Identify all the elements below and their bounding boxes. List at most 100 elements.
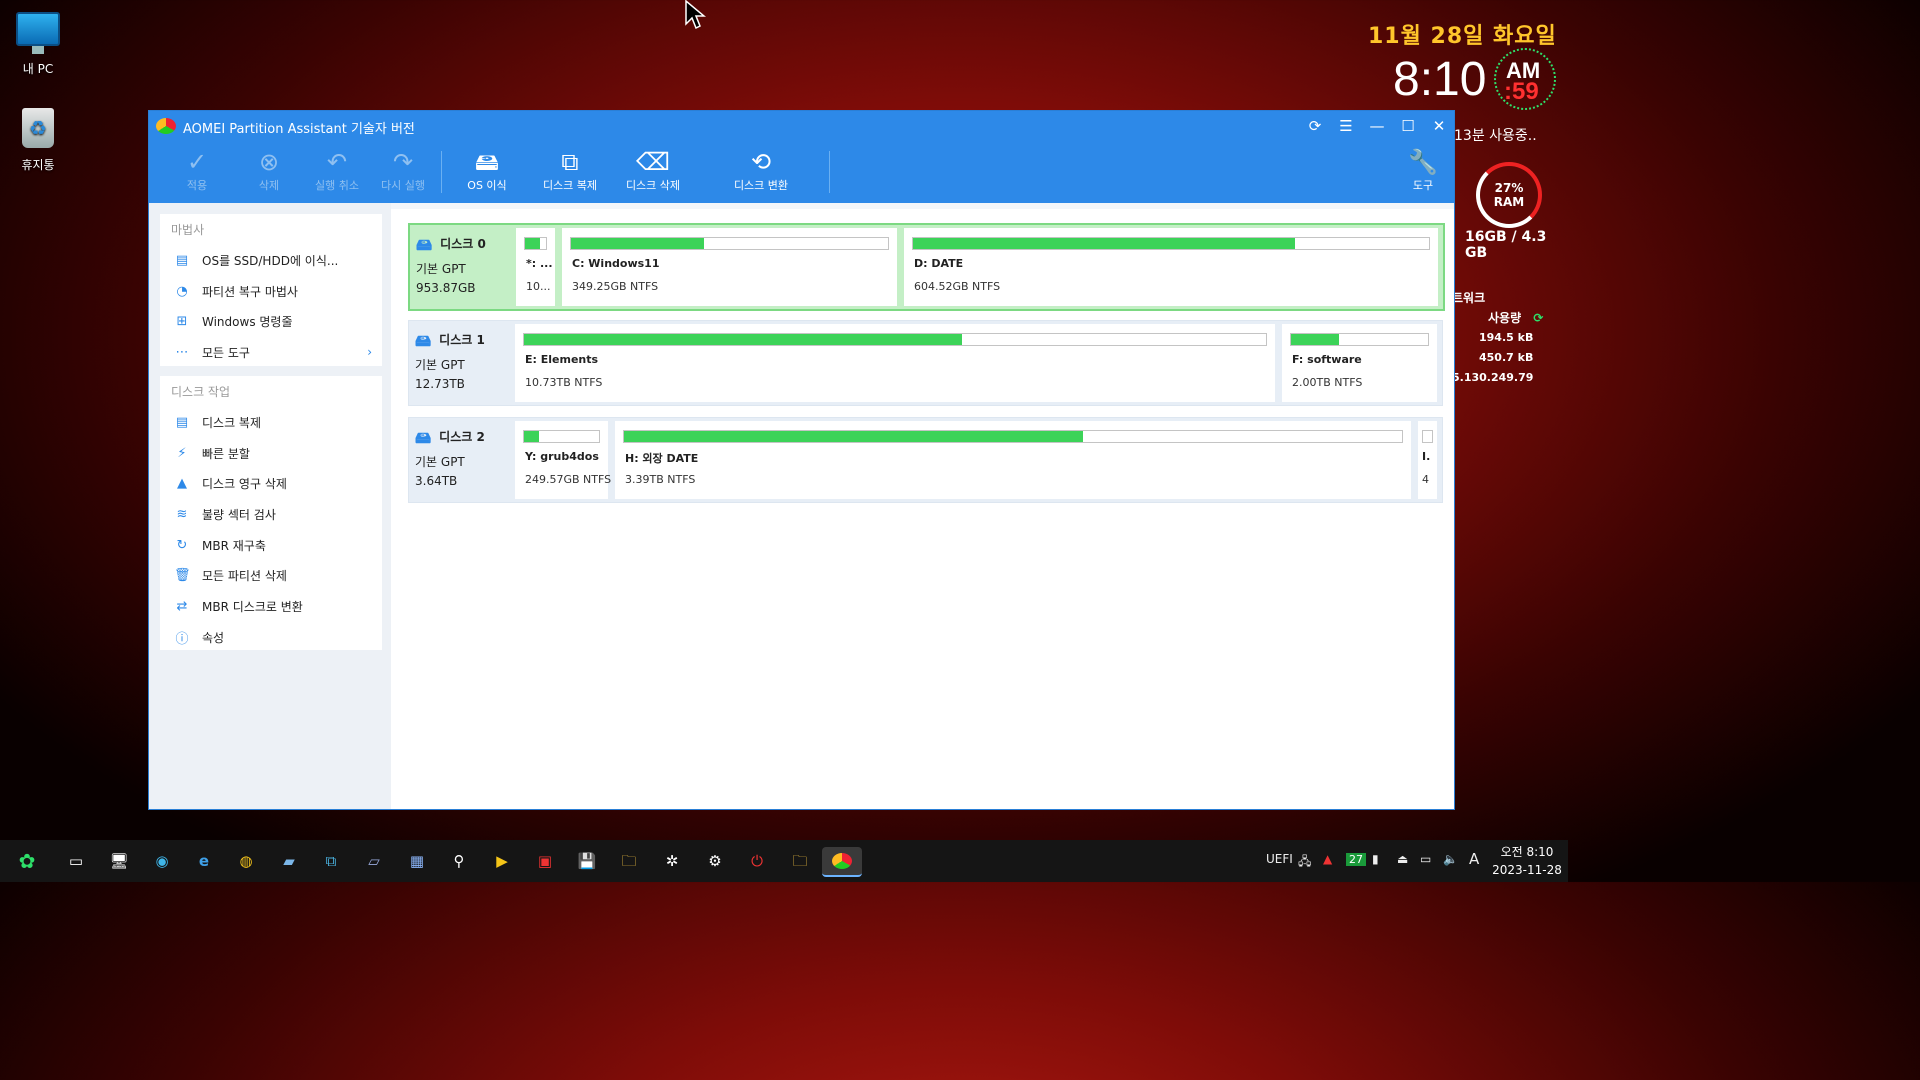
tools-label: 도구 [1412,179,1434,192]
partition-info: 604.52GB NTFS [914,280,1001,293]
power-tray-icon[interactable]: ▭ [1420,852,1431,866]
convert-icon: ⇄ [176,598,188,614]
discard-button[interactable]: ⊗ 삭제 [249,147,289,193]
partition-2-0[interactable]: Y: grub4dos 249.57GB NTFS [515,421,611,499]
app-logo-icon [156,118,176,134]
file-explorer-icon[interactable]: 🗀 [614,847,644,875]
sidebar-item-disk-clone[interactable]: ▤ 디스크 복제 [160,407,382,438]
ime-indicator[interactable]: A [1469,850,1479,868]
media-player-icon[interactable]: ▶ [487,847,517,875]
desktop-icon-label: 내 PC [22,62,54,76]
taskbar-clock[interactable]: 오전 8:10 2023-11-28 [1490,843,1564,879]
desktop-icon-my-pc[interactable]: 내 PC [3,8,73,77]
chevron-right-icon: › [367,345,372,360]
computer-manage-icon[interactable]: 🖥 [104,847,134,875]
menu-button[interactable]: ☰ [1332,115,1360,137]
disk-clone-button[interactable]: ⧉ 디스크 복제 [535,147,605,193]
disk-row-0[interactable]: 🖴 디스크 0 기본 GPT 953.87GB *: ... 10... C: W… [408,223,1445,311]
windows-icon: ⊞ [176,314,188,330]
network-folder-icon[interactable]: ▰ [274,847,304,875]
disk-wipe-label: 디스크 삭제 [625,179,681,192]
task-tool-icon[interactable]: ✲ [657,847,687,875]
registry-tool-icon[interactable]: ▣ [530,847,560,875]
qr-tool-icon[interactable]: ▦ [402,847,432,875]
sidebar-item-delete-all[interactable]: 🗑 모든 파티션 삭제 [160,560,382,591]
sidebar-item-rebuild-mbr[interactable]: ↻ MBR 재구축 [160,530,382,561]
disk-type: 기본 GPT [415,455,465,469]
aomei-taskbar-icon[interactable] [822,847,862,877]
partition-2-1[interactable]: H: 외장 DATE 3.39TB NTFS [615,421,1411,499]
wizard-panel: 마법사 ▤ OS를 SSD/HDD에 이식... ◔ 파티션 복구 마법사 ⊞ Win… [160,214,382,366]
tools-button[interactable]: 🔧 도구 [1405,147,1441,193]
partition-0-2[interactable]: D: DATE 604.52GB NTFS [904,228,1438,306]
disk-row-1[interactable]: 🖴 디스크 1 기본 GPT 12.73TB E: Elements 10.73T… [408,320,1443,406]
refresh-icon: ⟳ [1533,311,1544,325]
partition-2-2[interactable]: I. 4 [1418,421,1437,499]
network-connections-icon[interactable]: ⧉ [316,847,346,875]
close-button[interactable]: ✕ [1425,115,1453,137]
widget-ram-percent: 27% [1494,181,1524,195]
check-icon: ✓ [186,148,208,176]
sidebar-item-label: 빠른 분할 [202,446,250,461]
os-migrate-button[interactable]: 🖴 OS 이식 [457,147,517,193]
tray-badge[interactable]: 27 [1346,853,1366,866]
app-logo-icon [832,853,852,869]
chevron-up-icon[interactable]: ▲ [1323,852,1332,866]
settings-icon[interactable]: ⚙ [700,847,730,875]
usage-bar [912,237,1430,250]
sidebar-item-label: 파티션 복구 마법사 [202,284,298,299]
partition-1-0[interactable]: E: Elements 10.73TB NTFS [515,324,1275,402]
disk-row-2[interactable]: 🖴 디스크 2 기본 GPT 3.64TB Y: grub4dos 249.57G… [408,417,1443,503]
sidebar-item-label: Windows 명령줄 [202,315,293,330]
chrome-icon[interactable]: ◍ [231,847,261,875]
sidebar-item-partition-recovery[interactable]: ◔ 파티션 복구 마법사 [160,276,382,307]
undo-button[interactable]: ↶ 실행 취소 [307,147,367,193]
partition-0-0[interactable]: *: ... 10... [516,228,555,306]
terminal-icon[interactable]: ▭ [61,847,91,875]
minimize-button[interactable]: — [1363,115,1391,137]
sidebar-item-disk-wipe[interactable]: ▲ 디스크 영구 삭제 [160,468,382,499]
start-button[interactable]: ✿ [10,847,44,875]
sidebar-item-label: MBR 재구축 [202,538,266,553]
apply-button[interactable]: ✓ 적용 [177,147,217,193]
sidebar-item-properties[interactable]: ⓘ 속성 [160,622,382,653]
usb-icon[interactable]: ⏏ [1397,852,1408,866]
battery-meter-icon[interactable]: ▮ [1372,852,1379,866]
ie-icon[interactable]: e [189,847,219,875]
power-icon[interactable]: ⏻ [742,847,772,875]
sidebar-item-bad-sector[interactable]: ≋ 불량 섹터 검사 [160,499,382,530]
desktop-icon-recycle-bin[interactable]: 휴지통 [3,108,73,173]
sidebar-item-os-migrate[interactable]: ▤ OS를 SSD/HDD에 이식... [160,245,382,276]
search-icon[interactable]: ⚲ [444,847,474,875]
maximize-button[interactable]: ☐ [1394,115,1422,137]
wipe-icon: ▲ [177,476,187,492]
disk-convert-button[interactable]: ⟲ 디스크 변환 [725,147,797,193]
disk-ops-panel: 디스크 작업 ▤ 디스크 복제 ⚡ 빠른 분할 ▲ 디스크 영구 삭제 ≋ 불량 섹터 … [160,376,382,650]
save-disk-icon[interactable]: 💾 [572,847,602,875]
toolbar-separator [441,151,442,193]
volume-icon[interactable]: 🔈 [1443,852,1458,866]
partition-name: I. [1422,450,1431,463]
sidebar-item-quick-partition[interactable]: ⚡ 빠른 분할 [160,438,382,469]
partition-0-1[interactable]: C: Windows11 349.25GB NTFS [562,228,897,306]
notepad-icon[interactable]: ▱ [359,847,389,875]
lightning-icon: ⚡ [177,445,187,461]
partition-info: 10.73TB NTFS [525,376,603,389]
recycle-bin-icon [16,108,60,152]
refresh-button[interactable]: ⟳ [1301,115,1329,137]
folder-icon[interactable]: 🗀 [785,847,815,875]
partition-1-1[interactable]: F: software 2.00TB NTFS [1282,324,1437,402]
partition-name: E: Elements [525,353,599,366]
widget-network-title: 트워크 [1452,291,1486,305]
disk-wipe-button[interactable]: ⌫ 디스크 삭제 [618,147,688,193]
widget-uptime: 13분 사용중.. [1454,128,1537,144]
sidebar-item-convert-mbr[interactable]: ⇄ MBR 디스크로 변환 [160,591,382,622]
sidebar-item-all-tools[interactable]: ⋯ 모든 도구 › [160,337,382,368]
sidebar-item-windows-cmd[interactable]: ⊞ Windows 명령줄 [160,306,382,337]
widget-network: 트워크 사용량 ⟳ 194.5 kB 450.7 kB 5.130.249.79 [1452,288,1562,388]
edge-icon[interactable]: ◉ [147,847,177,875]
usage-bar [1422,430,1433,443]
disk-map: 🖴 디스크 0 기본 GPT 953.87GB *: ... 10... C: W… [391,203,1454,809]
redo-button[interactable]: ↷ 다시 실행 [373,147,433,193]
network-tray-icon[interactable]: 🖧 [1298,852,1311,873]
